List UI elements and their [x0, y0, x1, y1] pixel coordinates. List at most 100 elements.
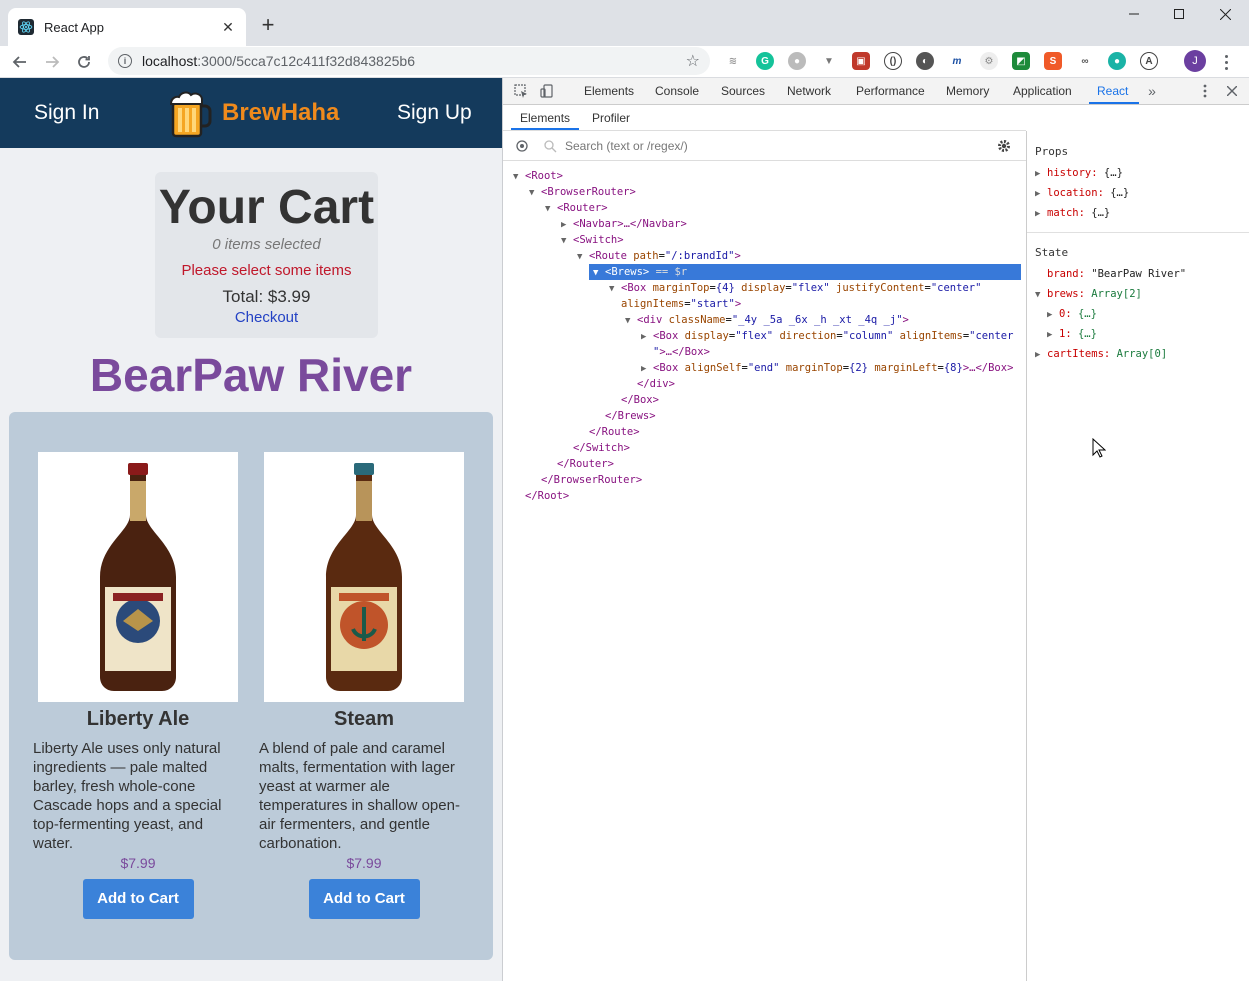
checkout-link[interactable]: Checkout: [155, 309, 378, 326]
minimize-icon[interactable]: [1111, 0, 1157, 28]
tree-node-continuation: alignItems="start">: [621, 298, 742, 310]
extension-gear-icon[interactable]: ⚙: [980, 52, 998, 70]
brew-image: [38, 452, 238, 702]
tab-title: React App: [44, 19, 104, 35]
extension-red-icon[interactable]: ▣: [852, 52, 870, 70]
props-heading: Props: [1035, 145, 1069, 158]
close-icon[interactable]: ✕: [220, 19, 236, 35]
prop-row[interactable]: ▶ history: {…}: [1035, 165, 1123, 181]
info-icon[interactable]: i: [118, 54, 132, 68]
tree-node-close: </BrowserRouter>: [541, 474, 643, 486]
add-to-cart-button[interactable]: Add to Cart: [308, 879, 420, 919]
title-bar: React App ✕ +: [0, 0, 1249, 46]
cart-summary: Your Cart 0 items selected Please select…: [155, 172, 378, 338]
extension-green-icon[interactable]: ◩: [1012, 52, 1030, 70]
tree-node-close: </div>: [637, 378, 675, 390]
prop-row[interactable]: ▶ match: {…}: [1035, 205, 1110, 221]
extension-brackets-icon[interactable]: (): [884, 52, 902, 70]
add-to-cart-button[interactable]: Add to Cart: [82, 879, 194, 919]
state-row[interactable]: brand: "BearPaw River": [1047, 266, 1186, 282]
brand-link[interactable]: BrewHaha: [168, 88, 339, 138]
brew-card: Liberty Ale Liberty Ale uses only natura…: [33, 452, 243, 919]
tree-node-selected[interactable]: ▼ <Brews> == $r: [589, 264, 1021, 280]
cart-total: Total: $3.99: [222, 287, 311, 306]
bookmark-star-icon[interactable]: ☆: [686, 51, 700, 71]
forward-arrow-icon[interactable]: [40, 50, 64, 74]
state-row[interactable]: ▶ 1: {…}: [1047, 326, 1097, 342]
more-tabs-icon[interactable]: »: [1144, 83, 1160, 99]
tree-node-continuation: ">…</Box>: [653, 346, 710, 358]
brand-name: BrewHaha: [222, 99, 340, 126]
tab-console[interactable]: Console: [655, 84, 699, 98]
tab-sources[interactable]: Sources: [721, 84, 765, 98]
profile-avatar[interactable]: J: [1184, 50, 1206, 72]
devtools-panel: Elements Console Sources Network Perform…: [502, 78, 1249, 981]
tree-node-close: </Router>: [557, 458, 614, 470]
state-row[interactable]: ▶ 0: {…}: [1047, 306, 1097, 322]
url-text: localhost:3000/5cca7c12c411f32d843825b6: [142, 53, 415, 69]
extension-link-icon[interactable]: ∞: [1076, 52, 1094, 70]
tree-node-close: </Root>: [525, 490, 570, 502]
extension-teal-icon[interactable]: ●: [1108, 52, 1126, 70]
inspect-element-icon[interactable]: [513, 83, 529, 99]
extension-circle-icon[interactable]: ●: [788, 52, 806, 70]
devtools-close-icon[interactable]: [1224, 83, 1240, 99]
component-search[interactable]: Search (text or /regex/): [503, 131, 1026, 161]
state-row[interactable]: ▼ brews: Array[2]: [1035, 286, 1142, 302]
app-navbar: Sign In BrewHaha Sign Up: [0, 78, 502, 148]
device-toolbar-icon[interactable]: [539, 83, 555, 99]
tree-node-close: </Route>: [589, 426, 640, 438]
brand-heading: BearPaw River: [89, 349, 413, 401]
tree-node[interactable]: ▼ <Route path="/:brandId">: [577, 248, 741, 264]
brew-name: Liberty Ale: [86, 708, 190, 730]
reload-icon[interactable]: [72, 50, 96, 74]
back-arrow-icon[interactable]: [8, 50, 32, 74]
tree-node[interactable]: ▼ <Router>: [545, 200, 608, 216]
extension-orange-icon[interactable]: S: [1044, 52, 1062, 70]
react-icon: [18, 19, 34, 35]
settings-gear-icon[interactable]: [997, 139, 1011, 153]
brew-name: Steam: [333, 708, 395, 730]
tab-elements[interactable]: Elements: [584, 84, 634, 98]
tree-node[interactable]: ▼ <div className="_4y _5a _6x _h _xt _4q …: [625, 312, 909, 328]
tab-application[interactable]: Application: [1013, 84, 1072, 98]
brew-description: A blend of pale and caramel malts, ferme…: [259, 740, 460, 852]
address-bar[interactable]: i localhost:3000/5cca7c12c411f32d843825b…: [108, 47, 710, 75]
tree-node[interactable]: ▶ <Navbar>…</Navbar>: [561, 216, 687, 232]
tree-node[interactable]: ▼ <Root>: [513, 168, 563, 184]
tree-node[interactable]: ▼ <BrowserRouter>: [529, 184, 636, 200]
sign-in-link[interactable]: Sign In: [34, 101, 99, 125]
new-tab-icon[interactable]: +: [254, 11, 282, 39]
extension-a-icon[interactable]: A: [1140, 52, 1158, 70]
sign-up-link[interactable]: Sign Up: [397, 101, 472, 125]
beer-mug-icon: [169, 91, 212, 138]
extension-wave-icon[interactable]: ≋: [724, 52, 742, 70]
browser-menu-icon[interactable]: [1218, 50, 1234, 74]
state-row[interactable]: ▶ cartItems: Array[0]: [1035, 346, 1167, 362]
tree-node[interactable]: ▶ <Box display="flex" direction="column" …: [641, 328, 1013, 344]
extension-dark-icon[interactable]: ◐: [916, 52, 934, 70]
tree-node[interactable]: ▼ <Box marginTop={4} display="flex" justi…: [609, 280, 981, 296]
section-divider: [1027, 232, 1249, 233]
prop-row[interactable]: ▶ location: {…}: [1035, 185, 1129, 201]
search-placeholder: Search (text or /regex/): [565, 138, 688, 153]
app-viewport: Sign In BrewHaha Sign Up Your Cart 0 ite…: [0, 78, 502, 981]
tab-memory[interactable]: Memory: [946, 84, 989, 98]
mouse-cursor-icon: [1092, 438, 1106, 458]
devtools-menu-icon[interactable]: [1197, 83, 1213, 99]
subtab-profiler[interactable]: Profiler: [592, 111, 630, 125]
window-close-icon[interactable]: [1202, 0, 1248, 28]
subtab-elements[interactable]: Elements: [520, 111, 570, 125]
extension-m-icon[interactable]: m: [948, 52, 966, 70]
vue-devtools-icon[interactable]: ▼: [820, 52, 838, 70]
tree-node[interactable]: ▶ <Box alignSelf="end" marginTop={2} marg…: [641, 360, 1013, 376]
grammarly-icon[interactable]: G: [756, 52, 774, 70]
browser-toolbar: i localhost:3000/5cca7c12c411f32d843825b…: [0, 46, 1249, 78]
tree-node[interactable]: ▼ <Switch>: [561, 232, 624, 248]
tab-network[interactable]: Network: [787, 84, 831, 98]
browser-tab[interactable]: React App ✕: [8, 8, 246, 46]
tab-react[interactable]: React: [1097, 84, 1128, 98]
tab-performance[interactable]: Performance: [856, 84, 925, 98]
locate-target-icon[interactable]: [515, 139, 529, 153]
maximize-icon[interactable]: [1156, 0, 1202, 28]
